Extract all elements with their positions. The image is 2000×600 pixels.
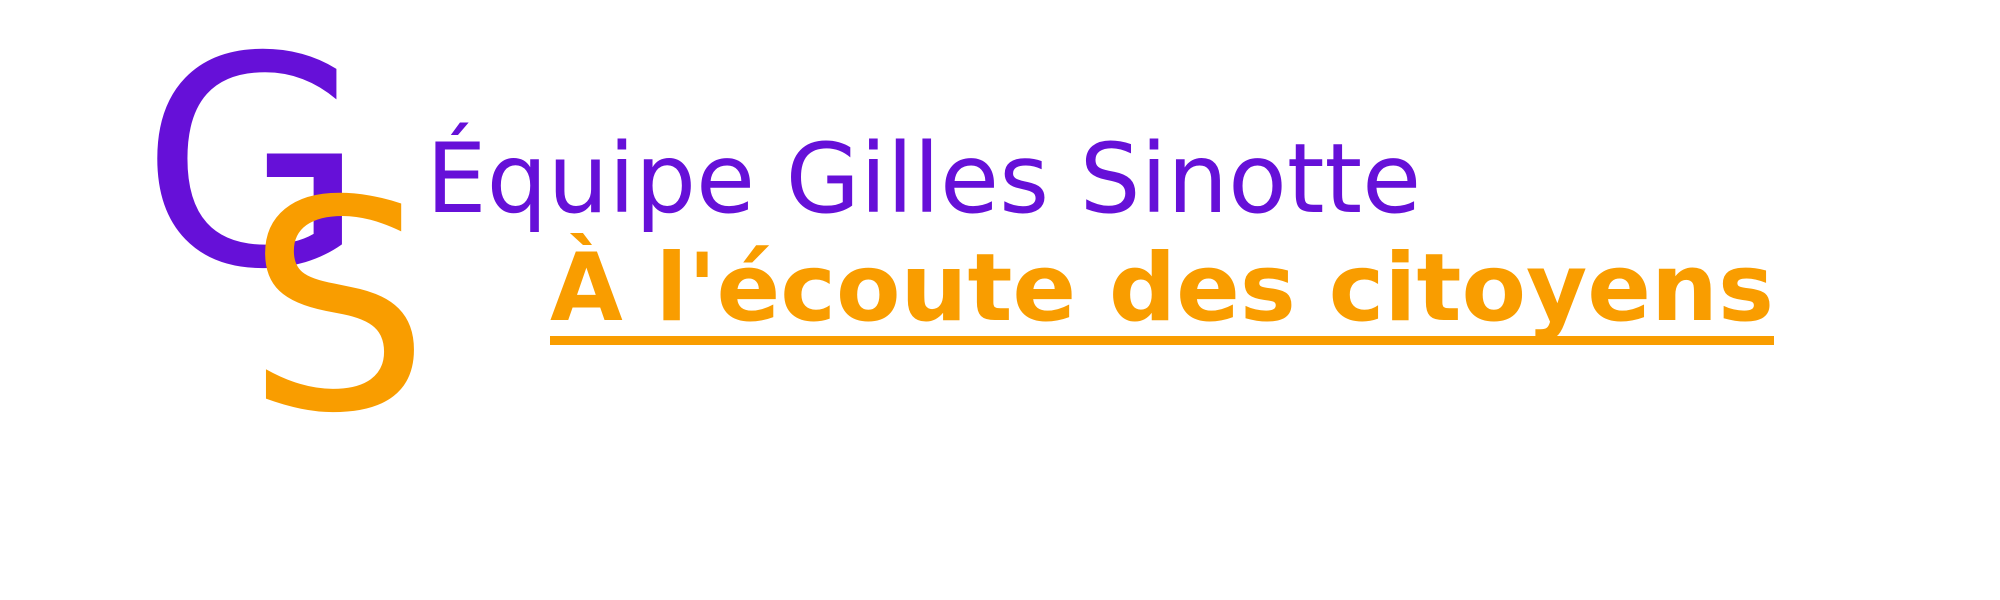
- logo-letter-s: S: [246, 140, 431, 477]
- team-title: Équipe Gilles Sinotte: [426, 123, 1422, 235]
- banner: G S Équipe Gilles Sinotte À l'écoute des…: [0, 0, 2000, 600]
- tagline: À l'écoute des citoyens: [550, 234, 1774, 345]
- logo-letter-g: G: [141, 0, 366, 333]
